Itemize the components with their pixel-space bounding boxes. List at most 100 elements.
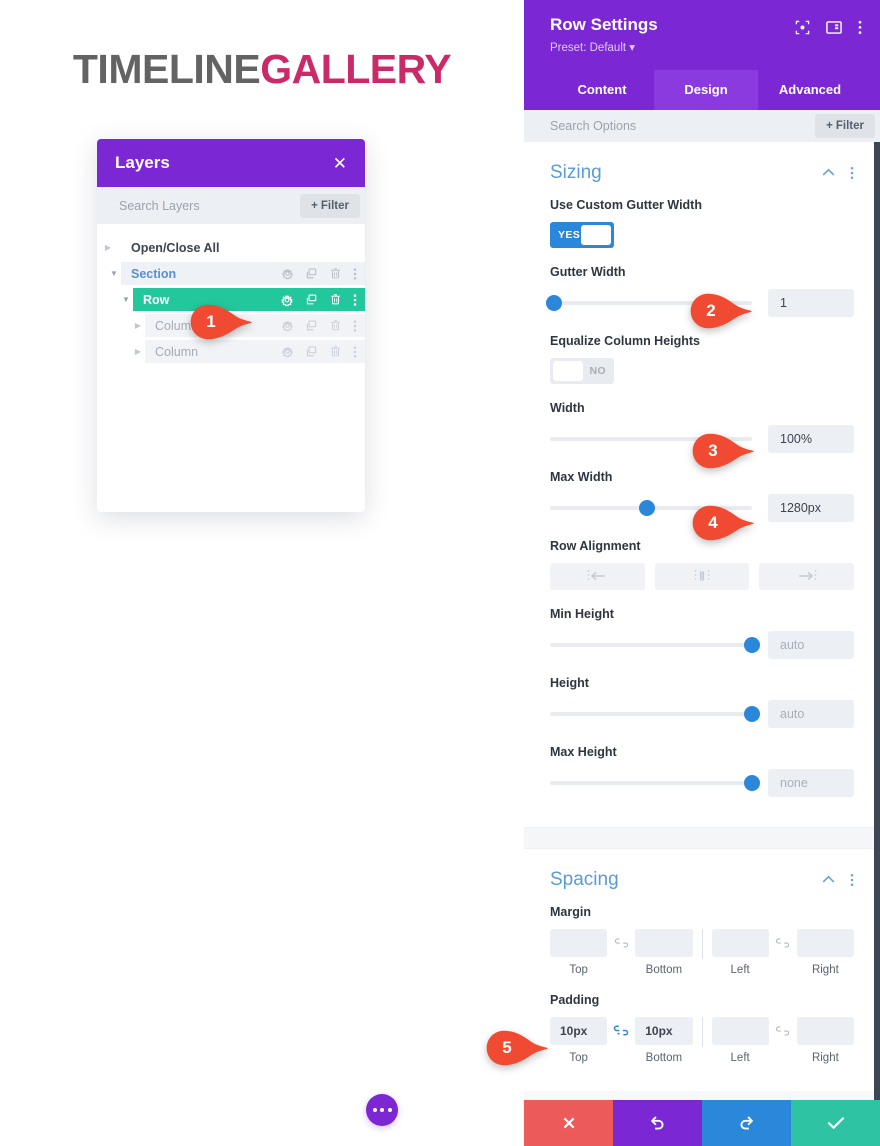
margin-right-input[interactable]: [796, 928, 854, 957]
align-left-button[interactable]: [550, 562, 645, 590]
more-options-icon[interactable]: [353, 345, 357, 359]
chevron-up-icon[interactable]: [822, 875, 835, 884]
layer-row-open-close-all[interactable]: ▶ Open/Close All: [97, 236, 365, 259]
cell-caption: Top: [569, 1051, 588, 1064]
duplicate-icon[interactable]: [305, 345, 318, 358]
more-tools-button[interactable]: [366, 1094, 398, 1126]
trash-icon[interactable]: [329, 293, 342, 306]
padding-top-input[interactable]: 10px: [550, 1016, 608, 1045]
padding-right-cell: Right: [796, 1016, 854, 1064]
slider-handle[interactable]: [744, 705, 760, 722]
toggle-use-custom-gutter-width[interactable]: YES: [550, 221, 614, 248]
trash-icon[interactable]: [329, 267, 342, 280]
panel-scroll-area[interactable]: Sizing Use Custom Gutter Width YES Gutte…: [524, 141, 880, 1100]
slider-handle[interactable]: [638, 499, 655, 516]
trash-icon[interactable]: [329, 345, 342, 358]
field-label: Padding: [550, 992, 600, 1007]
slider-min-height[interactable]: [550, 636, 760, 653]
options-filter-button[interactable]: + Filter: [815, 113, 875, 138]
preset-selector[interactable]: Preset: Default ▾: [550, 40, 658, 54]
panel-scrollbar[interactable]: [874, 141, 880, 1100]
padding-right-input[interactable]: [796, 1016, 854, 1045]
chevron-right-icon[interactable]: ▶: [131, 347, 145, 356]
tab-design[interactable]: Design: [654, 69, 758, 110]
divider: [701, 1016, 703, 1047]
margin-bottom-cell: Bottom: [635, 928, 693, 976]
row-settings-panel: Row Settings Preset: Default ▾ Content D…: [524, 0, 880, 1146]
padding-horizontal-link-icon[interactable]: [769, 1017, 797, 1045]
gear-icon[interactable]: [280, 293, 294, 307]
padding-top-cell: 10px Top: [550, 1016, 608, 1064]
section-title-spacing: Spacing: [550, 868, 619, 890]
close-icon: [563, 1117, 574, 1129]
chevron-down-icon[interactable]: ▼: [119, 295, 133, 304]
more-options-icon[interactable]: [858, 20, 862, 35]
slider-height[interactable]: [550, 705, 760, 722]
field-min-height: Min Height auto: [550, 607, 854, 659]
cell-caption: Left: [730, 963, 750, 976]
value-min-height[interactable]: auto: [768, 630, 854, 659]
page-title: TIMELINEGALLERY: [0, 46, 524, 93]
duplicate-icon[interactable]: [305, 293, 318, 306]
focus-icon[interactable]: [795, 20, 810, 35]
undo-button[interactable]: [613, 1100, 702, 1146]
more-options-icon[interactable]: [353, 319, 357, 333]
callout-number: 3: [708, 441, 718, 460]
field-equalize-column-heights: Equalize Column Heights NO: [550, 334, 854, 384]
chevron-down-icon[interactable]: ▼: [107, 269, 121, 278]
close-icon[interactable]: ✕: [333, 155, 347, 172]
value-height[interactable]: auto: [768, 699, 854, 728]
field-label: Equalize Column Heights: [550, 333, 701, 348]
cancel-button[interactable]: [524, 1100, 613, 1146]
align-right-button[interactable]: [759, 562, 855, 590]
more-options-icon[interactable]: [353, 267, 357, 281]
padding-left-input[interactable]: [711, 1016, 769, 1045]
layer-row-section[interactable]: ▼ Section: [97, 262, 365, 285]
search-options-input[interactable]: Search Options: [550, 119, 636, 133]
trash-icon[interactable]: [329, 319, 342, 332]
save-button[interactable]: [791, 1100, 880, 1146]
align-left-icon: [588, 570, 606, 583]
margin-right-cell: Right: [796, 928, 854, 976]
margin-horizontal-link-icon[interactable]: [769, 929, 797, 957]
slider-handle[interactable]: [744, 774, 760, 791]
layers-filter-button[interactable]: + Filter: [300, 193, 360, 218]
value-gutter-width[interactable]: 1: [768, 288, 854, 317]
layers-tree: ▶ Open/Close All ▼ Section ▼ Row ▶ Colum…: [97, 224, 365, 363]
align-center-icon: [694, 570, 710, 583]
margin-top-input[interactable]: [550, 928, 608, 957]
slider-handle[interactable]: [546, 294, 563, 311]
more-options-icon[interactable]: [850, 873, 854, 887]
layout-icon[interactable]: [826, 20, 842, 35]
more-options-icon[interactable]: [353, 293, 357, 307]
tab-content[interactable]: Content: [550, 70, 654, 110]
duplicate-icon[interactable]: [305, 267, 318, 280]
section-title-sizing: Sizing: [550, 161, 602, 183]
toggle-equalize-column-heights[interactable]: NO: [550, 357, 614, 384]
duplicate-icon[interactable]: [305, 319, 318, 332]
tab-advanced[interactable]: Advanced: [758, 70, 862, 110]
field-label: Height: [550, 675, 589, 690]
padding-bottom-input[interactable]: 10px: [635, 1016, 693, 1045]
value-max-height[interactable]: none: [768, 768, 854, 797]
chevron-right-icon[interactable]: ▶: [131, 321, 145, 330]
layer-row-column-2[interactable]: ▶ Column: [97, 340, 365, 363]
value-width[interactable]: 100%: [768, 424, 854, 453]
value-max-width[interactable]: 1280px: [768, 493, 854, 522]
search-layers-input[interactable]: Search Layers: [119, 199, 200, 213]
more-options-icon[interactable]: [850, 166, 854, 180]
margin-vertical-link-icon[interactable]: [607, 929, 635, 957]
align-center-button[interactable]: [654, 562, 750, 590]
margin-bottom-input[interactable]: [635, 928, 693, 957]
gear-icon[interactable]: [281, 319, 294, 332]
margin-top-cell: Top: [550, 928, 608, 976]
margin-left-input[interactable]: [711, 928, 769, 957]
redo-button[interactable]: [702, 1100, 791, 1146]
slider-handle[interactable]: [744, 636, 760, 653]
chevron-up-icon[interactable]: [822, 168, 835, 177]
slider-max-height[interactable]: [550, 774, 760, 791]
gear-icon[interactable]: [281, 267, 294, 280]
undo-icon: [651, 1116, 664, 1130]
padding-vertical-link-icon[interactable]: [607, 1017, 635, 1045]
gear-icon[interactable]: [281, 345, 294, 358]
